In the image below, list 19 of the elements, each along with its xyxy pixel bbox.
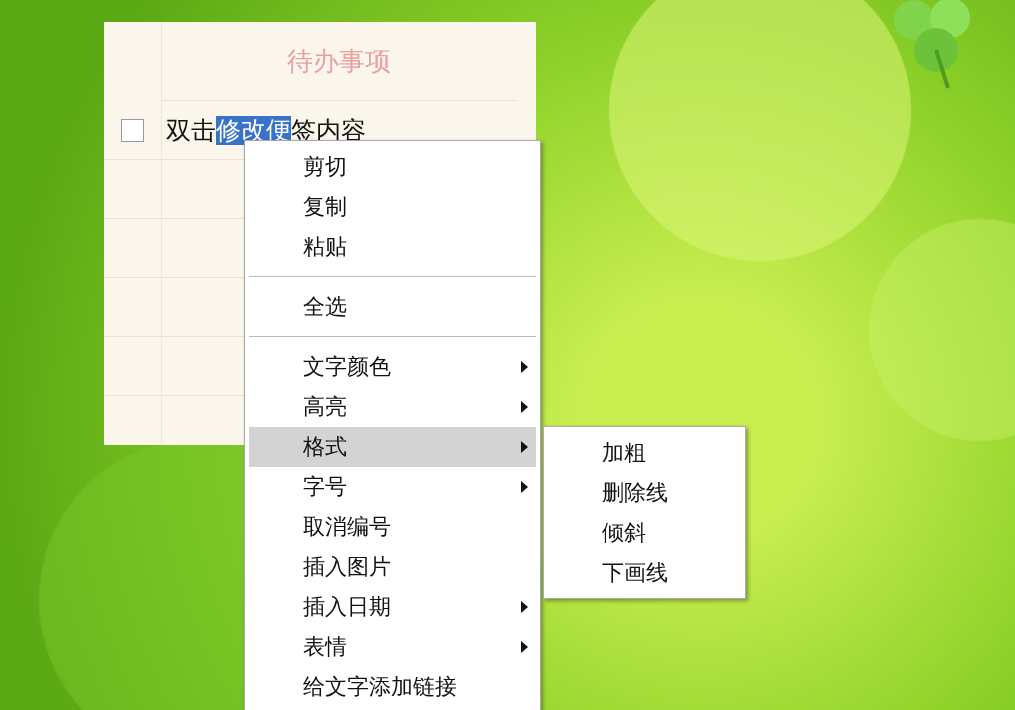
menu-item[interactable]: 剪切 <box>249 147 536 187</box>
menu-item[interactable]: 倾斜 <box>544 513 745 553</box>
menu-item[interactable]: 字号 <box>249 467 536 507</box>
menu-item[interactable]: 取消编号 <box>249 507 536 547</box>
menu-item[interactable]: 插入日期 <box>249 587 536 627</box>
menu-item[interactable]: 下画线 <box>544 553 745 593</box>
menu-item[interactable]: 插入图片 <box>249 547 536 587</box>
menu-item[interactable]: 文字颜色 <box>249 347 536 387</box>
checkbox[interactable] <box>121 118 144 142</box>
menu-item[interactable]: 给文字添加链接 <box>249 667 536 707</box>
menu-item[interactable]: 表情 <box>249 627 536 667</box>
menu-item[interactable]: 高亮 <box>249 387 536 427</box>
menu-item[interactable]: 粘贴 <box>249 227 536 267</box>
menu-item[interactable]: 全选 <box>249 287 536 327</box>
note-title: 待办事项 <box>162 22 516 101</box>
menu-item[interactable]: 复制 <box>249 187 536 227</box>
menu-item[interactable]: 格式 <box>249 427 536 467</box>
menu-item[interactable]: 加粗 <box>544 433 745 473</box>
menu-item[interactable]: 删除线 <box>544 473 745 513</box>
